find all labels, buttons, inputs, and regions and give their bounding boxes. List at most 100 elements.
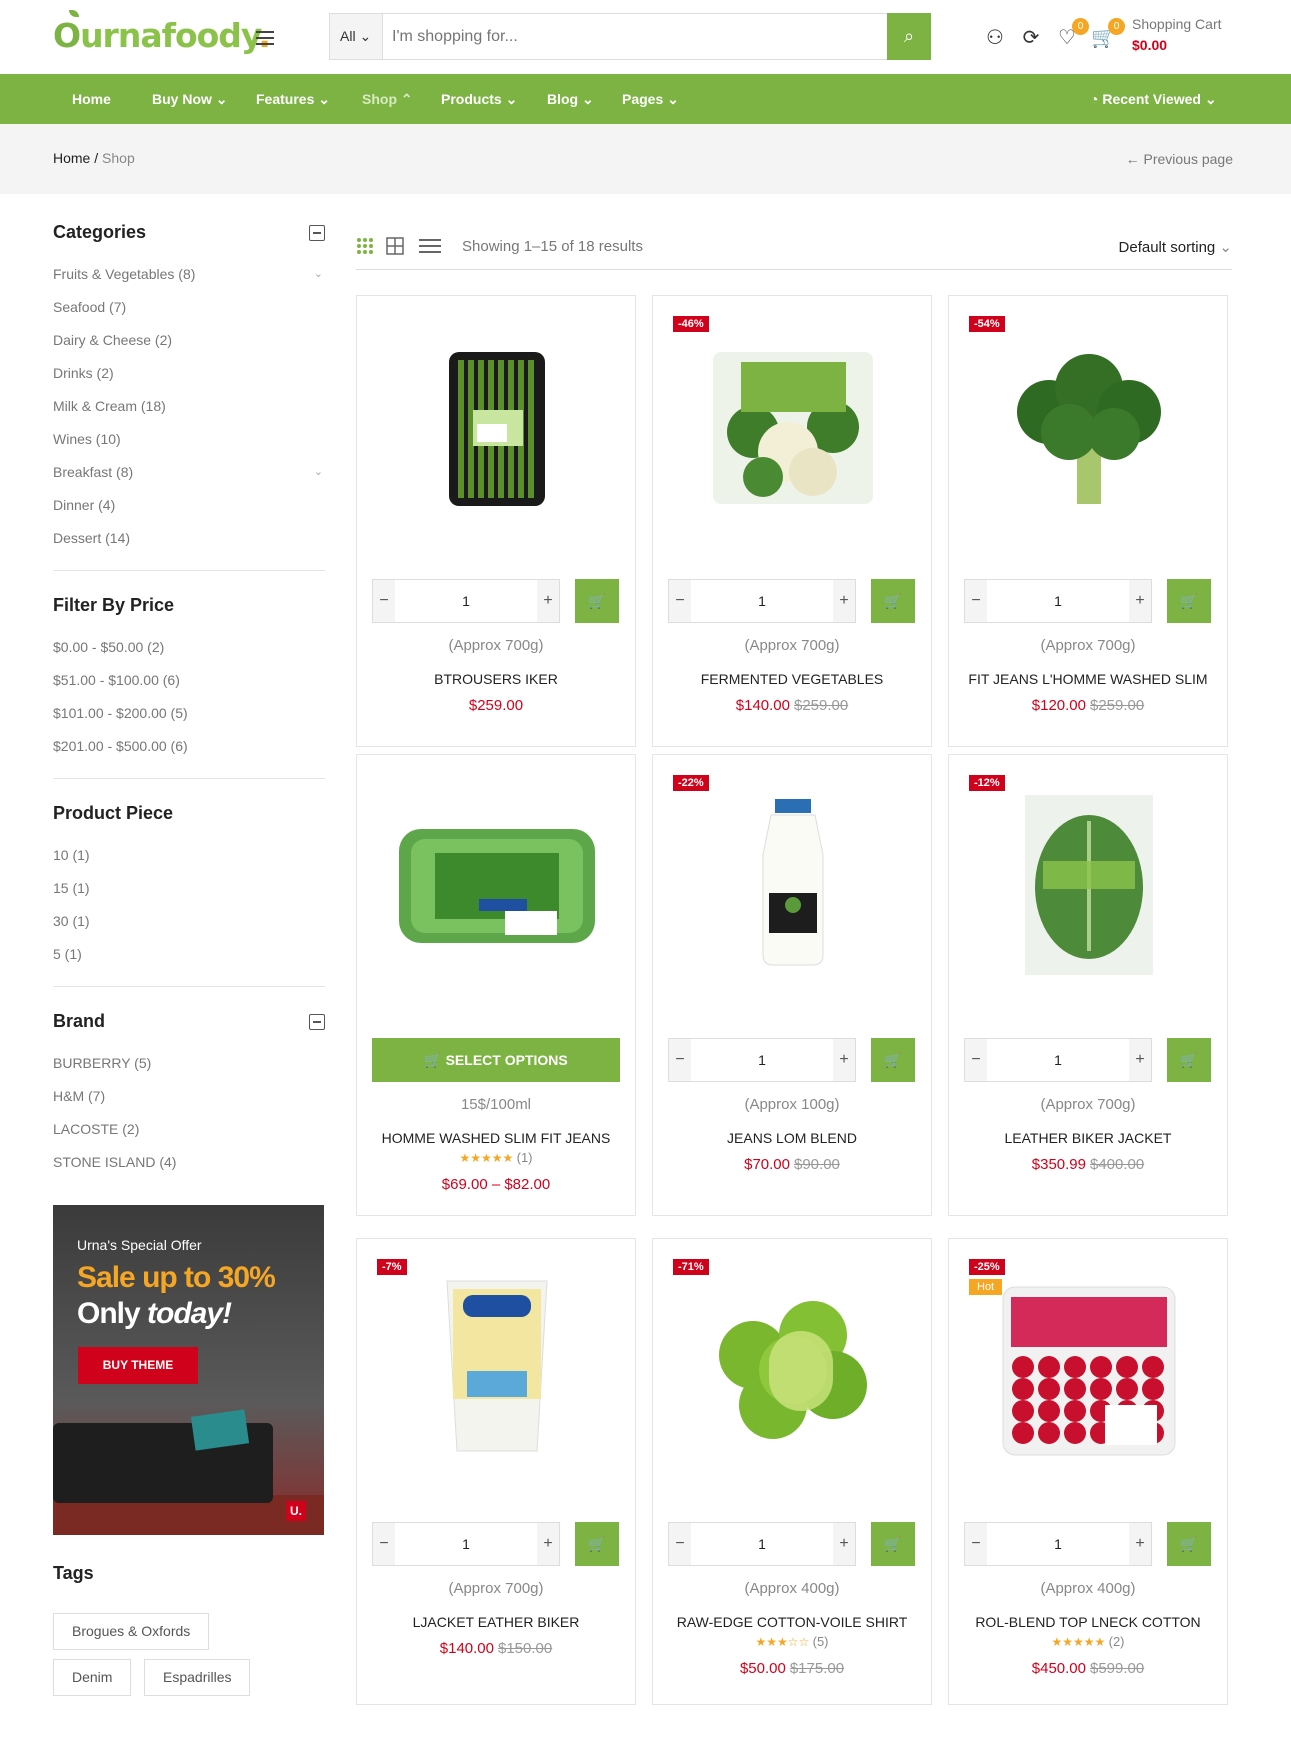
increment-button[interactable]: +: [833, 580, 855, 622]
search-category-select[interactable]: All ⌄: [330, 14, 383, 59]
grid-large-icon[interactable]: [386, 237, 404, 255]
nav-shop[interactable]: Shop ⌃: [362, 74, 413, 124]
quantity-input[interactable]: 1: [395, 580, 537, 622]
product-name[interactable]: JEANS LOM BLEND: [653, 1130, 931, 1146]
nav-buy-now[interactable]: Buy Now ⌄: [152, 74, 228, 124]
product-image[interactable]: [693, 1275, 893, 1465]
menu-icon[interactable]: [256, 31, 274, 45]
product-name[interactable]: ROL-BLEND TOP LNECK COTTON: [949, 1614, 1227, 1630]
product-name[interactable]: RAW-EDGE COTTON-VOILE SHIRT: [653, 1614, 931, 1630]
add-to-cart-button[interactable]: 🛒: [871, 1522, 915, 1566]
increment-button[interactable]: +: [833, 1039, 855, 1081]
product-card[interactable]: −1 + 🛒 (Approx 700g) BTROUSERS IKER $259.00: [356, 295, 636, 747]
product-name[interactable]: LEATHER BIKER JACKET: [949, 1130, 1227, 1146]
product-card[interactable]: -25% Hot −1 + 🛒 (Approx 400g) ROL-BLEND TOP LN…: [948, 1238, 1228, 1705]
grid-small-icon[interactable]: [356, 237, 374, 255]
nav-home[interactable]: Home: [72, 74, 111, 124]
product-image[interactable]: [397, 791, 597, 981]
search-input[interactable]: [392, 26, 872, 48]
product-card[interactable]: -54% −1 + 🛒 (Approx 700g) FIT JEANS L'HOMME W…: [948, 295, 1228, 747]
site-logo[interactable]: Ournafoody.: [53, 10, 271, 55]
quantity-input[interactable]: 1: [691, 1039, 833, 1081]
add-to-cart-button[interactable]: 🛒: [871, 1038, 915, 1082]
decrement-button[interactable]: −: [669, 1523, 691, 1565]
product-image[interactable]: [397, 1275, 597, 1465]
price-filter-item[interactable]: $101.00 - $200.00 (5): [53, 697, 325, 730]
nav-features[interactable]: Features ⌄: [256, 74, 330, 124]
product-card[interactable]: -22% −1 + 🛒 (Approx 100g) JEANS LOM BLEND $70.…: [652, 754, 932, 1216]
product-image[interactable]: [989, 1275, 1189, 1465]
piece-filter-item[interactable]: 10 (1): [53, 839, 325, 872]
tag-item[interactable]: Denim: [53, 1659, 132, 1696]
brand-filter-item[interactable]: H&M (7): [53, 1080, 325, 1113]
category-item[interactable]: Breakfast (8) ⌄: [53, 456, 325, 489]
quantity-input[interactable]: 1: [987, 1523, 1129, 1565]
category-item[interactable]: Dessert (14): [53, 522, 325, 555]
product-name[interactable]: BTROUSERS IKER: [357, 671, 635, 687]
increment-button[interactable]: +: [1129, 580, 1151, 622]
sort-select[interactable]: Default sorting ⌄: [1119, 238, 1232, 256]
category-item[interactable]: Fruits & Vegetables (8) ⌄: [53, 258, 325, 291]
quantity-input[interactable]: 1: [691, 1523, 833, 1565]
decrement-button[interactable]: −: [669, 580, 691, 622]
add-to-cart-button[interactable]: 🛒: [575, 579, 619, 623]
product-card[interactable]: -7% −1 + 🛒 (Approx 700g) LJACKET EATHER BIKER…: [356, 1238, 636, 1705]
nav-pages[interactable]: Pages ⌄: [622, 74, 679, 124]
product-card[interactable]: -46% −1 + 🛒 (Approx 700g) FERMENTED VEGETABLE…: [652, 295, 932, 747]
increment-button[interactable]: +: [537, 1523, 559, 1565]
decrement-button[interactable]: −: [373, 580, 395, 622]
piece-filter-item[interactable]: 30 (1): [53, 905, 325, 938]
collapse-icon[interactable]: [309, 1014, 325, 1030]
promo-banner[interactable]: Urna's Special Offer Sale up to 30% Only…: [53, 1205, 324, 1535]
decrement-button[interactable]: −: [965, 1039, 987, 1081]
increment-button[interactable]: +: [537, 580, 559, 622]
decrement-button[interactable]: −: [373, 1523, 395, 1565]
price-filter-item[interactable]: $0.00 - $50.00 (2): [53, 631, 325, 664]
tag-item[interactable]: Brogues & Oxfords: [53, 1613, 210, 1650]
decrement-button[interactable]: −: [965, 1523, 987, 1565]
add-to-cart-button[interactable]: 🛒: [575, 1522, 619, 1566]
add-to-cart-button[interactable]: 🛒: [1167, 1522, 1211, 1566]
piece-filter-item[interactable]: 5 (1): [53, 938, 325, 971]
quantity-input[interactable]: 1: [691, 580, 833, 622]
tag-item[interactable]: Espadrilles: [144, 1659, 251, 1696]
chevron-down-icon[interactable]: ⌄: [314, 456, 323, 489]
category-item[interactable]: Seafood (7): [53, 291, 325, 324]
nav-recent-viewed[interactable]: ◔ Recent Viewed ⌄: [1090, 74, 1217, 124]
category-item[interactable]: Wines (10): [53, 423, 325, 456]
buy-theme-button[interactable]: BUY THEME: [78, 1347, 198, 1384]
quantity-input[interactable]: 1: [395, 1523, 537, 1565]
product-image[interactable]: [693, 791, 893, 981]
brand-filter-item[interactable]: BURBERRY (5): [53, 1047, 325, 1080]
add-to-cart-button[interactable]: 🛒: [1167, 579, 1211, 623]
compare-icon[interactable]: ⟳: [1019, 26, 1043, 50]
price-filter-item[interactable]: $51.00 - $100.00 (6): [53, 664, 325, 697]
price-filter-item[interactable]: $201.00 - $500.00 (6): [53, 730, 325, 763]
select-options-button[interactable]: 🛒 SELECT OPTIONS: [372, 1038, 620, 1082]
collapse-icon[interactable]: [309, 225, 325, 241]
chevron-down-icon[interactable]: ⌄: [314, 258, 323, 291]
category-item[interactable]: Drinks (2): [53, 357, 325, 390]
increment-button[interactable]: +: [1129, 1523, 1151, 1565]
product-image[interactable]: [397, 332, 597, 522]
nav-products[interactable]: Products ⌄: [441, 74, 517, 124]
list-view-icon[interactable]: [419, 237, 441, 255]
previous-page-link[interactable]: ← Previous page: [1126, 151, 1233, 167]
product-card[interactable]: -12% −1 + 🛒 (Approx 700g) LEATHER BIKER JACKE…: [948, 754, 1228, 1216]
category-item[interactable]: Milk & Cream (18): [53, 390, 325, 423]
cart-icon[interactable]: 🛒 0: [1091, 18, 1125, 50]
product-card[interactable]: 🛒 SELECT OPTIONS 15$/100ml HOMME WASHED SL…: [356, 754, 636, 1216]
brand-filter-item[interactable]: LACOSTE (2): [53, 1113, 325, 1146]
increment-button[interactable]: +: [1129, 1039, 1151, 1081]
product-name[interactable]: HOMME WASHED SLIM FIT JEANS: [357, 1130, 635, 1146]
quantity-input[interactable]: 1: [987, 580, 1129, 622]
quantity-input[interactable]: 1: [987, 1039, 1129, 1081]
piece-filter-item[interactable]: 15 (1): [53, 872, 325, 905]
cart-summary[interactable]: Shopping Cart $0.00: [1132, 16, 1222, 53]
brand-filter-item[interactable]: STONE ISLAND (4): [53, 1146, 325, 1179]
breadcrumb-home[interactable]: Home: [53, 150, 90, 166]
user-icon[interactable]: ⚇: [983, 26, 1007, 50]
decrement-button[interactable]: −: [965, 580, 987, 622]
product-name[interactable]: LJACKET EATHER BIKER: [357, 1614, 635, 1630]
nav-blog[interactable]: Blog ⌄: [547, 74, 594, 124]
